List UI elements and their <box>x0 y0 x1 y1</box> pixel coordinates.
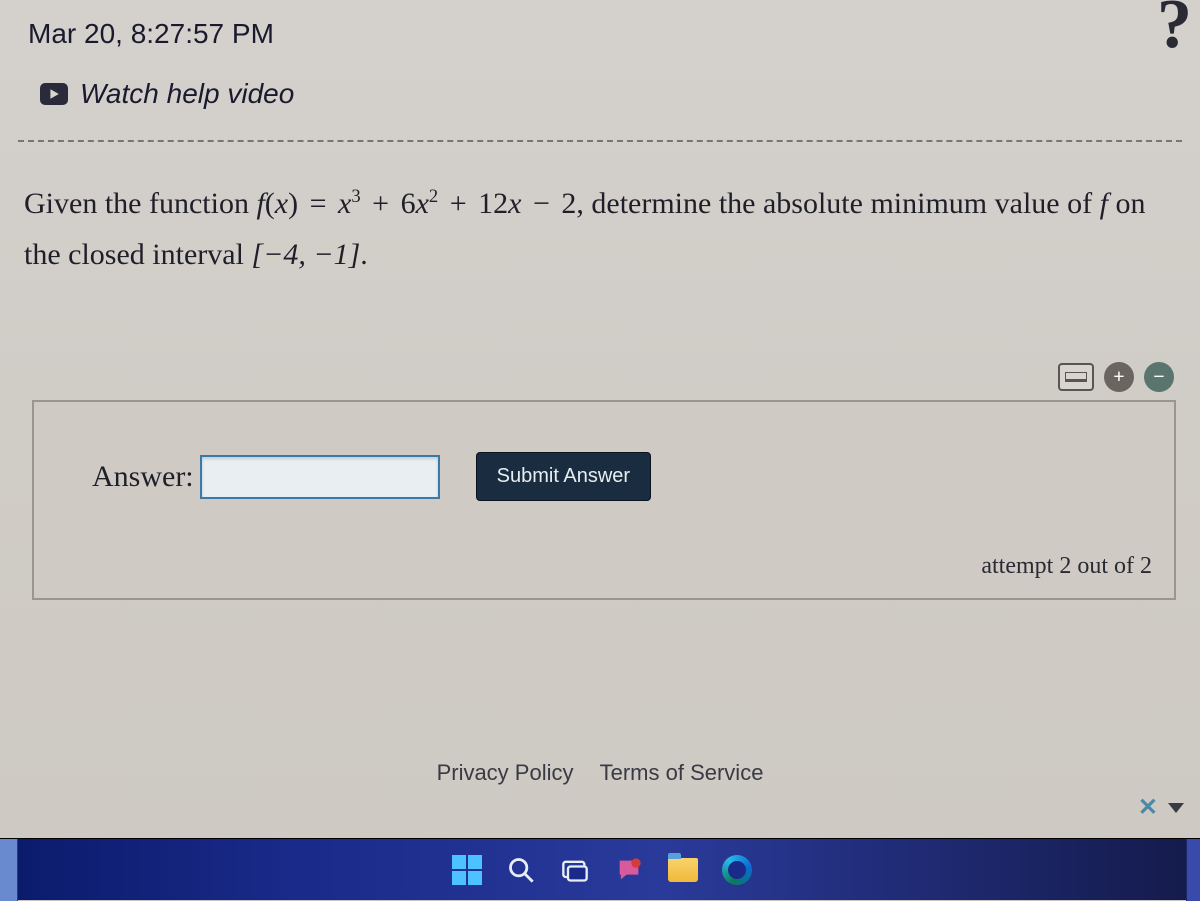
panel-tools: + − <box>1058 362 1174 398</box>
page-corner-controls: ✕ <box>1138 793 1184 822</box>
zoom-in-icon[interactable]: + <box>1104 362 1134 392</box>
answer-label: Answer: <box>92 460 194 494</box>
windows-taskbar <box>0 838 1200 900</box>
submit-answer-button[interactable]: Submit Answer <box>476 452 651 501</box>
task-view-icon[interactable] <box>559 854 591 886</box>
taskbar-widgets-button[interactable] <box>0 839 18 901</box>
terms-of-service-link[interactable]: Terms of Service <box>600 760 764 785</box>
function-letter: f <box>1100 187 1108 220</box>
chevron-down-icon[interactable] <box>1168 803 1184 813</box>
problem-page: ? Mar 20, 8:27:57 PM Watch help video Gi… <box>0 0 1200 838</box>
timestamp: Mar 20, 8:27:57 PM <box>0 0 1200 50</box>
privacy-policy-link[interactable]: Privacy Policy <box>437 760 574 785</box>
watch-help-row: Watch help video <box>0 50 1200 110</box>
answer-input[interactable] <box>200 455 440 499</box>
function-expression: f(x) = x3 + 6x2 + 12x − 2 <box>256 187 576 220</box>
interval: [−4, −1] <box>251 238 360 271</box>
keyboard-icon[interactable] <box>1058 363 1094 391</box>
watch-help-link[interactable]: Watch help video <box>80 78 294 110</box>
windows-logo-icon <box>452 855 482 885</box>
answer-row: Answer: Submit Answer <box>56 424 1152 511</box>
attempt-counter: attempt 2 out of 2 <box>56 511 1152 580</box>
taskbar-center <box>18 854 1186 886</box>
close-icon[interactable]: ✕ <box>1138 793 1158 822</box>
question-lead: Given the function <box>24 187 256 220</box>
taskbar-right-edge[interactable] <box>1186 839 1200 901</box>
file-explorer-icon[interactable] <box>667 854 699 886</box>
search-icon[interactable] <box>505 854 537 886</box>
answer-panel: + − Answer: Submit Answer attempt 2 out … <box>32 400 1176 600</box>
chat-icon[interactable] <box>613 854 645 886</box>
start-button[interactable] <box>451 854 483 886</box>
footer-links: Privacy Policy Terms of Service <box>0 760 1200 786</box>
question-text: Given the function f(x) = x3 + 6x2 + 12x… <box>0 142 1200 280</box>
play-icon[interactable] <box>40 83 68 105</box>
question-mid: , determine the absolute minimum value o… <box>576 187 1099 220</box>
zoom-out-icon[interactable]: − <box>1144 362 1174 392</box>
edge-browser-icon[interactable] <box>721 854 753 886</box>
help-icon[interactable]: ? <box>1157 0 1192 60</box>
